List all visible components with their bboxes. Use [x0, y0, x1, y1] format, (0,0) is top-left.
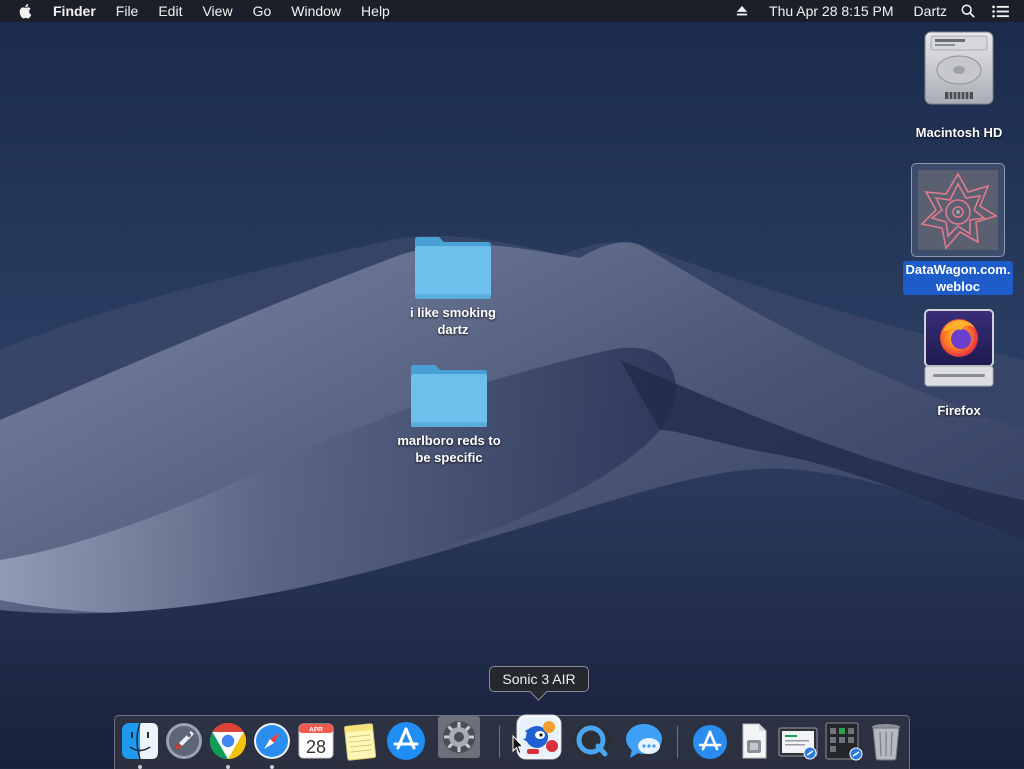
- desktop-item-label: i like smoking dartz: [407, 304, 499, 338]
- notes-icon: [344, 723, 377, 761]
- apple-logo-icon[interactable]: [19, 2, 35, 20]
- dock-item-app-store[interactable]: [385, 720, 427, 762]
- preview-document-icon: [742, 723, 767, 759]
- eject-icon[interactable]: [735, 0, 749, 22]
- desktop-item-label: Macintosh HD: [915, 125, 1003, 140]
- icon-selection-highlight: [911, 163, 1005, 257]
- dock-item-trash[interactable]: [865, 720, 907, 762]
- dock-item-finder[interactable]: [119, 720, 161, 769]
- launchpad-icon: [166, 723, 202, 759]
- menu-edit[interactable]: Edit: [148, 0, 192, 22]
- dock-item-app-store-downloads[interactable]: [689, 720, 731, 762]
- dock-item-messages[interactable]: [623, 720, 665, 762]
- dock-separator: [499, 726, 500, 758]
- firefox-disk-image-icon: [924, 309, 994, 387]
- dock-item-applications-stack[interactable]: [823, 720, 865, 762]
- calendar-icon: APR 28: [298, 723, 334, 759]
- running-indicator: [226, 765, 230, 769]
- messages-icon: [626, 724, 662, 758]
- menu-app-name[interactable]: Finder: [53, 0, 106, 22]
- webloc-thumbnail-icon: [918, 170, 998, 250]
- calendar-day: 28: [306, 737, 326, 757]
- quicktime-icon: [573, 722, 611, 760]
- menu-window[interactable]: Window: [281, 0, 351, 22]
- menu-view[interactable]: View: [192, 0, 242, 22]
- dock-item-launchpad[interactable]: [163, 720, 205, 762]
- label-line: DataWagon.com.: [905, 262, 1011, 277]
- dock-item-notes[interactable]: [339, 720, 381, 762]
- menu-file[interactable]: File: [106, 0, 149, 22]
- desktop-item-label: Firefox: [937, 403, 981, 418]
- menu-help[interactable]: Help: [351, 0, 400, 22]
- notification-center-icon[interactable]: [992, 0, 1010, 22]
- app-store-downloads-icon: [693, 725, 727, 759]
- apps-stack-icon: [825, 722, 863, 761]
- dock-item-system-preferences[interactable]: [437, 715, 481, 759]
- desktop-firefox-disk-image[interactable]: Firefox: [904, 308, 1014, 420]
- desktop-wallpaper: [0, 0, 1024, 768]
- menu-bar-status-area: Thu Apr 28 8:15 PM Dartz: [735, 0, 1024, 22]
- trash-icon: [872, 724, 900, 761]
- spotlight-search-icon[interactable]: [961, 0, 977, 22]
- label-line: dartz: [437, 322, 469, 337]
- desktop-folder-i-like-smoking-dartz[interactable]: i like smoking dartz: [396, 234, 510, 339]
- chrome-icon: [209, 723, 247, 759]
- hard-drive-icon: [924, 31, 994, 105]
- dock-item-quicktime[interactable]: [571, 720, 613, 762]
- dock-item-safari[interactable]: [251, 720, 293, 769]
- dock-item-calendar[interactable]: APR 28: [295, 720, 337, 762]
- label-line: be specific: [415, 450, 483, 465]
- menu-user-name[interactable]: Dartz: [914, 0, 947, 22]
- label-line: marlboro reds to: [397, 433, 501, 448]
- menu-clock[interactable]: Thu Apr 28 8:15 PM: [769, 0, 894, 22]
- menu-bar: Finder File Edit View Go Window Help Thu…: [0, 0, 1024, 22]
- system-preferences-icon: [438, 716, 480, 758]
- running-indicator: [138, 765, 142, 769]
- dock-separator: [677, 726, 678, 758]
- folder-icon: [415, 237, 491, 299]
- desktop-item-label: marlboro reds to be specific: [394, 432, 503, 466]
- safari-icon: [254, 723, 290, 759]
- mouse-cursor-icon: [512, 735, 524, 755]
- desktop-folder-marlboro-reds[interactable]: marlboro reds to be specific: [388, 362, 510, 467]
- desktop-macintosh-hd[interactable]: Macintosh HD: [904, 30, 1014, 142]
- label-line: webloc: [935, 279, 981, 294]
- desktop-datawagon-webloc[interactable]: DataWagon.com. webloc: [898, 163, 1018, 296]
- dock-item-chrome[interactable]: [207, 720, 249, 769]
- folder-icon: [411, 365, 487, 427]
- app-store-icon: [387, 722, 425, 760]
- finder-icon: [122, 722, 158, 760]
- label-line: i like smoking: [410, 305, 496, 320]
- dock-tooltip: Sonic 3 AIR: [489, 666, 589, 701]
- calendar-month: APR: [309, 727, 323, 734]
- dock-item-screenshot-stack[interactable]: [777, 720, 819, 762]
- running-indicator: [270, 765, 274, 769]
- screenshot-stack-icon: [778, 727, 818, 760]
- dock-item-preview-document[interactable]: [733, 720, 775, 762]
- desktop-item-label: DataWagon.com. webloc: [902, 261, 1014, 295]
- menu-go[interactable]: Go: [243, 0, 282, 22]
